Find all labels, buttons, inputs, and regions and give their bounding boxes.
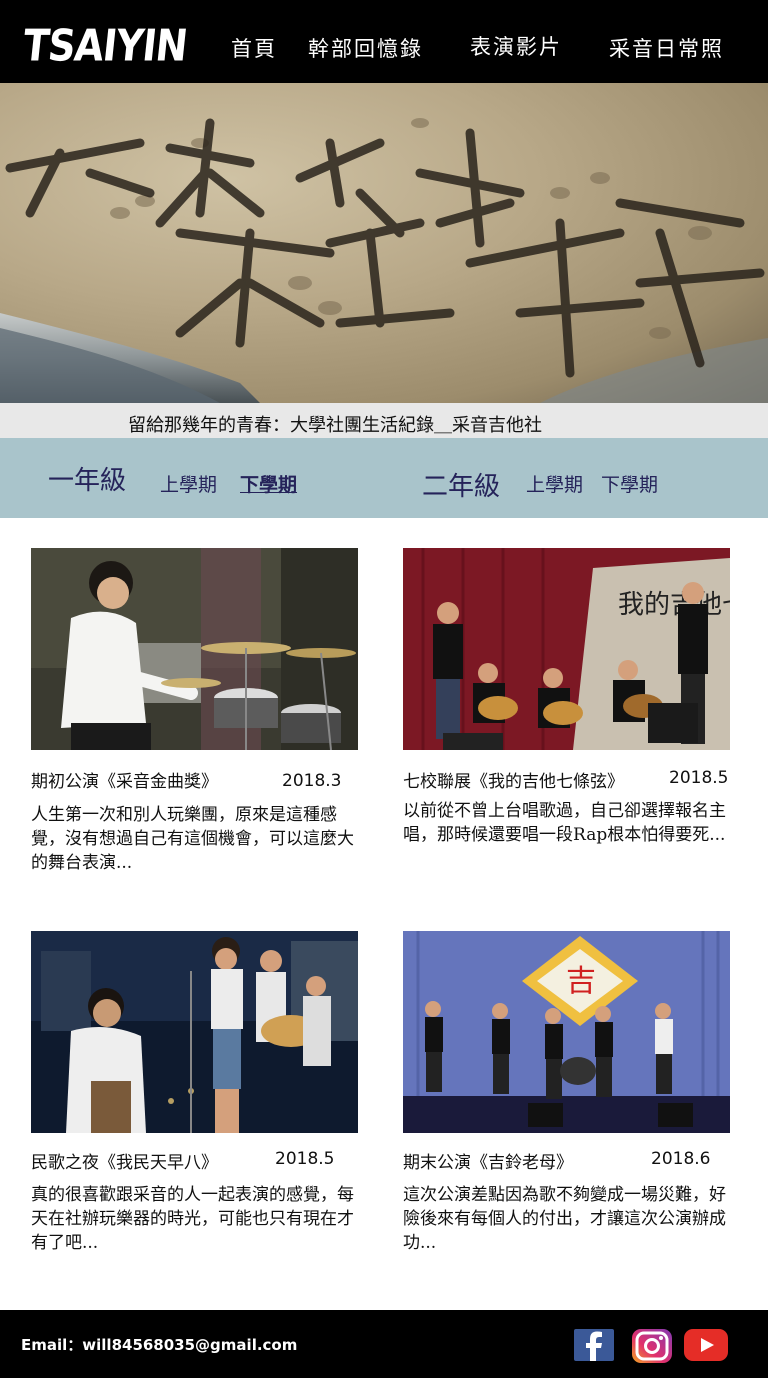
poster-text: 我的吉他七條弦 xyxy=(618,590,730,620)
year-2-semester-2-tab[interactable]: 下學期 xyxy=(601,470,658,497)
nav-daily-photos[interactable]: 采音日常照 xyxy=(609,33,724,63)
card-date-1: 2018.3 xyxy=(282,771,342,791)
drummer-photo xyxy=(31,548,358,750)
banner-char: 吉 xyxy=(566,964,596,999)
card-desc-4: 這次公演差點因為歌不夠變成一場災難，好險後來有每個人的付出，才讓這次公演辦成功.… xyxy=(403,1185,726,1253)
nav-home[interactable]: 首頁 xyxy=(231,33,277,63)
year-2-semester-1-tab[interactable]: 上學期 xyxy=(526,470,583,497)
card-title-1[interactable]: 期初公演《采音金曲獎》 xyxy=(31,767,218,792)
card-image-4[interactable]: 吉 xyxy=(403,931,730,1133)
card-image-1[interactable] xyxy=(31,548,358,750)
card-desc-1: 人生第一次和別人玩樂團，原來是這種感覺，沒有想過自己有這個機會，可以這麼大的舞台… xyxy=(31,805,354,873)
guitar-stage-photo: 我的吉他七條弦 xyxy=(403,548,730,750)
instagram-icon[interactable] xyxy=(631,1329,672,1363)
nav-performance-videos[interactable]: 表演影片 xyxy=(470,31,562,61)
semester-tabs: 一年級 上學期 下學期 二年級 上學期 下學期 xyxy=(0,438,768,518)
card-desc-3: 真的很喜歡跟采音的人一起表演的感覺，每天在社辦玩樂器的時光，可能也只有現在才有了… xyxy=(31,1185,354,1253)
night-concert-photo xyxy=(31,931,358,1133)
final-show-photo: 吉 xyxy=(403,931,730,1133)
card-image-2[interactable]: 我的吉他七條弦 xyxy=(403,548,730,750)
card-image-3[interactable] xyxy=(31,931,358,1133)
year-1-semester-2-tab[interactable]: 下學期 xyxy=(240,470,297,497)
hero-image xyxy=(0,83,768,403)
card-desc-2: 以前從不曾上台唱歌過，自己卻選擇報名主唱，那時候還要唱一段Rap根本怕得要死..… xyxy=(403,801,726,845)
youtube-icon[interactable] xyxy=(684,1329,728,1361)
card-title-4[interactable]: 期末公演《吉鈴老母》 xyxy=(403,1148,573,1173)
card-date-3: 2018.5 xyxy=(275,1149,335,1169)
hero-caption: 留給那幾年的青春：大學社團生活紀錄＿采音吉他社 xyxy=(128,415,542,436)
facebook-icon[interactable] xyxy=(574,1329,614,1361)
contact-email[interactable]: Email：will84568035@gmail.com xyxy=(21,1334,297,1355)
sand-writing-image xyxy=(0,118,768,403)
site-header: TSAIYIN 首頁 幹部回憶錄 表演影片 采音日常照 xyxy=(0,0,768,83)
nav-officer-memoirs[interactable]: 幹部回憶錄 xyxy=(308,33,423,63)
year-1-semester-1-tab[interactable]: 上學期 xyxy=(160,470,217,497)
card-title-3[interactable]: 民歌之夜《我民天早八》 xyxy=(31,1148,218,1173)
year-2-label: 二年級 xyxy=(422,472,501,502)
year-1-label: 一年級 xyxy=(48,466,127,496)
card-date-4: 2018.6 xyxy=(651,1149,711,1169)
card-date-2: 2018.5 xyxy=(669,768,729,788)
site-logo[interactable]: TSAIYIN xyxy=(21,20,190,71)
card-title-2[interactable]: 七校聯展《我的吉他七條弦》 xyxy=(403,767,624,792)
